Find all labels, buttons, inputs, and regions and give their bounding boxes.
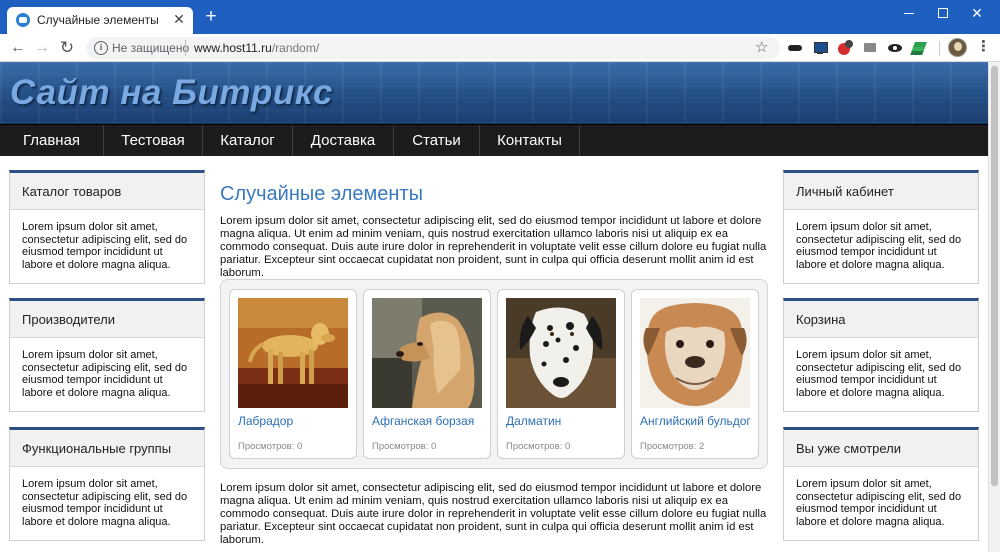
block-title[interactable]: Функциональные группы [10,430,204,467]
dalmatian-image[interactable] [506,298,616,408]
mask-extension-icon[interactable] [787,40,803,56]
nav-item-delivery[interactable]: Доставка [293,125,394,156]
item-name-link[interactable]: Афганская борзая [372,414,474,428]
url-host: www.host11.ru [194,41,272,55]
labrador-image[interactable] [238,298,348,408]
browser-tab[interactable]: Случайные элементы ✕ [7,7,193,34]
tab-close-icon[interactable]: ✕ [171,11,187,27]
nav-item-contacts[interactable]: Контакты [480,125,580,156]
site-title[interactable]: Сайт на Битрикс [10,73,333,113]
block-text: Lorem ipsum dolor sit amet, consectetur … [796,221,962,271]
item-views-count: Просмотров: 2 [640,441,705,452]
grey-extension-icon[interactable] [862,40,878,56]
scrollbar-thumb[interactable] [991,66,998,486]
site-favicon-icon [16,13,30,27]
address-bar[interactable]: i Не защищено www.host11.ru/random/ ☆ [86,37,780,59]
left-block-catalog: Каталог товаров Lorem ipsum dolor sit am… [9,170,205,284]
right-block-account: Личный кабинет Lorem ipsum dolor sit ame… [783,170,979,284]
block-title[interactable]: Производители [10,301,204,338]
block-text: Lorem ipsum dolor sit amet, consectetur … [22,221,188,271]
page-scrollbar[interactable] [988,62,1000,552]
security-label[interactable]: Не защищено [112,41,189,55]
url-path: /random/ [271,41,320,55]
item-card[interactable]: Английский бульдог Просмотров: 2 [631,289,759,459]
item-name-link[interactable]: Английский бульдог [640,414,751,428]
window-close-button[interactable]: ✕ [954,0,1000,28]
item-card[interactable]: Лабрадор Просмотров: 0 [229,289,357,459]
intro-text: Lorem ipsum dolor sit amet, consectetur … [220,215,767,279]
block-title[interactable]: Корзина [784,301,978,338]
url-text[interactable]: www.host11.ru/random/ [194,41,319,55]
nav-item-articles[interactable]: Статьи [394,125,480,156]
item-name-link[interactable]: Лабрадор [238,414,293,428]
block-text: Lorem ipsum dolor sit amet, consectetur … [22,349,188,399]
main-navigation: Главная Тестовая Каталог Доставка Статьи… [0,124,1000,156]
block-title[interactable]: Вы уже смотрели [784,430,978,467]
item-views-count: Просмотров: 0 [238,441,303,452]
reload-icon[interactable]: ↻ [56,37,78,59]
toolbar-divider [939,41,940,56]
red-extension-icon[interactable] [837,40,853,56]
right-block-cart: Корзина Lorem ipsum dolor sit amet, cons… [783,298,979,412]
browser-toolbar: ← → ↻ i Не защищено www.host11.ru/random… [0,34,1000,62]
right-block-viewed: Вы уже смотрели Lorem ipsum dolor sit am… [783,427,979,541]
afghan-hound-image[interactable] [372,298,482,408]
random-items-gallery: Лабрадор Просмотров: 0 Афганская борзая … [220,279,768,469]
block-text: Lorem ipsum dolor sit amet, consectetur … [22,478,188,528]
block-text: Lorem ipsum dolor sit amet, consectetur … [796,349,962,399]
nav-item-catalog[interactable]: Каталог [203,125,293,156]
left-block-manufacturers: Производители Lorem ipsum dolor sit amet… [9,298,205,412]
stack-extension-icon[interactable] [912,40,928,56]
tab-title: Случайные элементы [37,13,159,27]
minimize-icon [904,13,914,14]
block-title[interactable]: Личный кабинет [784,173,978,210]
item-views-count: Просмотров: 0 [372,441,437,452]
page-viewport: Сайт на Битрикс Главная Тестовая Каталог… [0,62,1000,552]
info-icon[interactable]: i [94,41,108,55]
page-title: Случайные элементы [220,183,423,205]
site-banner: Сайт на Битрикс [0,62,1000,124]
eye-extension-icon[interactable] [887,40,903,56]
back-arrow-icon[interactable]: ← [7,37,29,59]
forward-arrow-icon[interactable]: → [31,37,53,59]
english-bulldog-image[interactable] [640,298,750,408]
menu-dots-icon[interactable]: ⋮ [976,39,991,57]
maximize-icon [938,8,948,18]
item-name-link[interactable]: Далматин [506,414,561,428]
browser-titlebar: Случайные элементы ✕ + ✕ [0,0,1000,34]
item-card[interactable]: Далматин Просмотров: 0 [497,289,625,459]
item-views-count: Просмотров: 0 [506,441,571,452]
block-title[interactable]: Каталог товаров [10,173,204,210]
bookmark-star-icon[interactable]: ☆ [755,38,768,58]
nav-item-test[interactable]: Тестовая [104,125,203,156]
outro-text: Lorem ipsum dolor sit amet, consectetur … [220,482,767,546]
nav-item-home[interactable]: Главная [0,125,104,156]
new-tab-button[interactable]: + [201,7,221,28]
profile-avatar[interactable] [948,38,967,57]
url-separator [185,40,186,56]
block-text: Lorem ipsum dolor sit amet, consectetur … [796,478,962,528]
monitor-extension-icon[interactable] [812,40,828,56]
left-block-functional-groups: Функциональные группы Lorem ipsum dolor … [9,427,205,541]
item-card[interactable]: Афганская борзая Просмотров: 0 [363,289,491,459]
